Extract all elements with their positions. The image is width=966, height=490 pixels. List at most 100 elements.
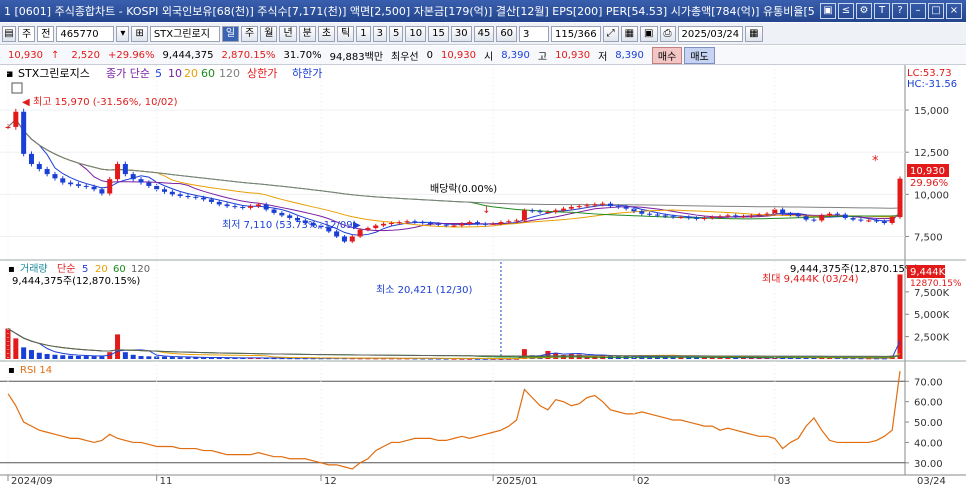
candle-body [584, 205, 590, 207]
candle-body [647, 213, 653, 215]
interval-45[interactable]: 45 [473, 25, 495, 42]
candle-body [733, 215, 739, 217]
preferred-label: 최우선 [391, 51, 419, 63]
count-select[interactable]: 3 [519, 25, 550, 42]
date-input[interactable]: 2025/03/24 [677, 25, 744, 42]
candle-body [592, 204, 598, 206]
link-icon[interactable]: ≤ [838, 3, 854, 19]
price-axis-label: 12,500 [914, 148, 949, 159]
candle-body [169, 191, 175, 195]
candle-body [639, 211, 645, 214]
price-legend-name: STX그린로지스 [18, 67, 90, 80]
close-icon[interactable]: × [946, 3, 962, 19]
price-legend-120: 120 [219, 67, 240, 80]
rsi-axis-label: 40.00 [914, 438, 943, 449]
tab-week[interactable]: 주 [241, 25, 259, 42]
candle-body [780, 209, 786, 214]
interval-60[interactable]: 60 [496, 25, 518, 42]
maximize-icon[interactable]: □ [928, 3, 944, 19]
candle-body [240, 206, 246, 208]
candle-body [13, 111, 19, 127]
volume-axis-label: 2,500K [914, 333, 950, 344]
hc-label: HC:-31.56 [907, 79, 957, 90]
interval-30[interactable]: 30 [450, 25, 472, 42]
candle-body [388, 222, 394, 224]
high-label: 고 [537, 51, 548, 63]
candle-body [834, 213, 840, 215]
stock-code-input[interactable]: 465770 [56, 25, 115, 42]
chart-settings-icon[interactable] [11, 82, 23, 94]
settings-icon[interactable]: ⚙ [856, 3, 872, 19]
price-legend-5: 5 [155, 67, 162, 80]
help-icon[interactable]: ? [892, 3, 908, 19]
mode-select[interactable]: 주 [18, 25, 36, 42]
sell-button[interactable]: 매도 [684, 46, 715, 64]
candle-body [615, 206, 621, 208]
candle-body [115, 164, 121, 180]
candle-body [748, 215, 754, 217]
volume-bar [83, 356, 89, 359]
candle-body [498, 222, 504, 224]
candle-body [717, 216, 723, 218]
price-change: 2,520 [71, 49, 101, 61]
price-axis-label: 7,500 [914, 232, 943, 243]
save-icon[interactable]: ▣ [640, 25, 658, 42]
date-axis-label: 2024/09 [11, 476, 53, 487]
volume-bar [36, 352, 42, 359]
print-icon[interactable]: ⎙ [659, 25, 676, 42]
tab-day[interactable]: 일 [221, 25, 240, 42]
rsi-legend-marker: ▪ [8, 365, 15, 376]
stock-chart[interactable]: ▪ STX그린로지스 종가 단순 5 10 20 60 120 상한가 하한가 … [0, 65, 966, 489]
volume-bar [122, 352, 128, 359]
text-icon[interactable]: T [874, 3, 890, 19]
volume-bar [115, 334, 121, 359]
period-select[interactable]: 전 [37, 25, 55, 42]
rsi-legend: RSI 14 [20, 365, 52, 376]
chart-menu-icon[interactable]: ▤ [2, 25, 16, 42]
candle-body [506, 221, 512, 223]
candle-body [36, 164, 42, 170]
candle-body [795, 214, 801, 217]
minimize-icon[interactable]: – [910, 3, 926, 19]
interval-15[interactable]: 15 [428, 25, 449, 42]
stock-menu-icon[interactable]: ⊞ [131, 25, 148, 42]
interval-5[interactable]: 5 [389, 25, 404, 42]
window-controls: ▣ ≤ ⚙ T ? – □ × [820, 3, 966, 19]
candle-body [553, 210, 559, 213]
crosshair-icon[interactable]: ⤢ [602, 25, 619, 42]
interval-3[interactable]: 3 [372, 25, 387, 42]
buy-button[interactable]: 매수 [651, 46, 683, 64]
candle-body [545, 212, 551, 214]
dividend-annotation: 배당락(0.00%) [430, 183, 497, 195]
price-legend-10: 10 [168, 67, 182, 80]
tab-month[interactable]: 월 [260, 25, 278, 42]
volume: 9,444,375 [162, 49, 214, 61]
tab-year[interactable]: 년 [279, 25, 297, 42]
candle-body [561, 208, 567, 211]
last-price-rate: 29.96% [910, 178, 948, 189]
candle-body [811, 219, 817, 221]
candle-body [435, 223, 441, 225]
lock-icon[interactable]: ▦ [620, 25, 639, 42]
tab-second[interactable]: 초 [317, 25, 336, 42]
candle-body [428, 222, 434, 224]
lc-label: LC:53.73 [907, 68, 952, 79]
candle-body [568, 206, 574, 209]
calendar-icon[interactable]: ▦ [745, 25, 763, 42]
last-price-value: 10,930 [910, 166, 945, 177]
preferred-value: 0 [426, 49, 434, 61]
interval-10[interactable]: 10 [405, 25, 427, 42]
price-legend-60: 60 [201, 67, 215, 80]
pin-icon[interactable]: ▣ [820, 3, 836, 19]
tab-minute[interactable]: 분 [298, 25, 316, 42]
tab-tick[interactable]: 틱 [337, 25, 355, 42]
candle-body [365, 228, 371, 230]
candle-body [412, 221, 418, 223]
candle-body [263, 204, 269, 210]
search-icon[interactable]: ▾ [116, 25, 130, 42]
interval-1[interactable]: 1 [356, 25, 371, 42]
low-label: 저 [598, 51, 608, 63]
low-price: 8,390 [615, 49, 644, 61]
candle-body [529, 210, 535, 212]
range-display: 115/366 [551, 25, 601, 42]
